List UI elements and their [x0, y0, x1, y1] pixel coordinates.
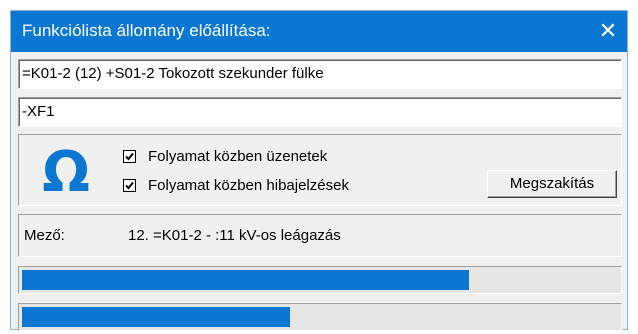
status-panel: Mező: 12. =K01-2 - :11 kV-os leágazás — [18, 214, 622, 257]
checkmark-icon — [125, 152, 134, 160]
options-panel: Ω Folyamat közben üzenetek Folyamat közb… — [18, 134, 622, 206]
status-label: Mező: — [24, 227, 65, 244]
window-title: Funkciólista állomány előállítása: — [22, 21, 271, 40]
progress-fill-current — [22, 307, 290, 327]
path-field: =K01-2 (12) +S01-2 Tokozott szekunder fü… — [18, 59, 622, 89]
errors-option[interactable]: Folyamat közben hibajelzések — [123, 175, 349, 195]
progress-bar-overall — [18, 266, 622, 294]
messages-label: Folyamat közben üzenetek — [148, 147, 328, 165]
close-icon[interactable]: ✕ — [593, 16, 623, 46]
progress-bar-current — [18, 303, 622, 331]
cancel-button[interactable]: Megszakítás — [487, 170, 617, 198]
checkmark-icon — [125, 181, 134, 189]
dialog-window: Funkciólista állomány előállítása: ✕ =K0… — [10, 10, 628, 331]
messages-option[interactable]: Folyamat közben üzenetek — [123, 146, 327, 166]
title-bar[interactable]: Funkciólista állomány előállítása: ✕ — [11, 11, 627, 52]
status-value: 12. =K01-2 - :11 kV-os leágazás — [128, 227, 341, 244]
errors-label: Folyamat közben hibajelzések — [148, 176, 349, 194]
svg-text:Ω: Ω — [42, 145, 90, 197]
code-field: -XF1 — [18, 97, 622, 127]
errors-checkbox[interactable] — [123, 178, 136, 192]
progress-fill-overall — [22, 270, 469, 290]
messages-checkbox[interactable] — [123, 149, 136, 163]
omega-icon: Ω — [42, 145, 90, 197]
